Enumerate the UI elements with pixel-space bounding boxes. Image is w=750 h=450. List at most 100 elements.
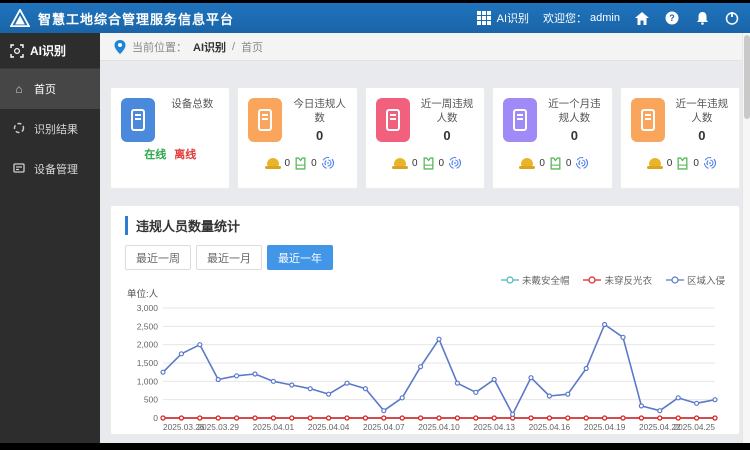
range-tabs: 最近一周 最近一月 最近一年 (125, 245, 725, 270)
svg-text:1,500: 1,500 (137, 358, 159, 368)
svg-text:2025.04.07: 2025.04.07 (363, 422, 405, 432)
breadcrumb-page[interactable]: 首页 (241, 39, 263, 55)
card-title: 近一年违规人数 (675, 98, 729, 124)
svg-text:1,000: 1,000 (137, 376, 159, 386)
legend-label: 区域入侵 (686, 276, 725, 287)
violation-breakdown: 0 0 (503, 156, 605, 170)
breadcrumb-section[interactable]: AI识别 (193, 39, 226, 55)
svg-text:3,000: 3,000 (137, 303, 159, 313)
home-menu-icon: ⌂ (15, 82, 23, 96)
violations-week-icon (375, 98, 410, 142)
violations-year-icon (630, 98, 665, 142)
vest-icon (677, 156, 688, 170)
svg-text:?: ? (669, 13, 675, 23)
card-title: 今日违规人数 (293, 98, 346, 124)
card-value: 0 (698, 128, 706, 144)
svg-text:500: 500 (144, 395, 158, 405)
scrollbar-thumb[interactable] (744, 35, 750, 119)
stat-cards-row: 设备总数 在线 离线 今日违规人数 0 0 0 近一周违规人数 0 0 0 近一… (110, 87, 741, 189)
legend-item[interactable]: 区域入侵 (665, 274, 725, 287)
sidebar: AI识别 ⌂ 首页 识别结果 设备管理 (0, 33, 100, 443)
legend-label: 未戴安全帽 (521, 276, 570, 287)
fingerprint-icon (576, 156, 589, 170)
location-pin-icon (114, 39, 126, 54)
svg-text:2025.03.29: 2025.03.29 (197, 422, 239, 432)
tab-last-week[interactable]: 最近一周 (125, 245, 191, 270)
card-violations-today: 今日违规人数 0 0 0 (237, 87, 358, 189)
card-value: 0 (315, 128, 324, 144)
sidebar-item-home[interactable]: ⌂ 首页 (0, 69, 100, 109)
svg-text:2025.04.16: 2025.04.16 (529, 422, 571, 432)
legend-item[interactable]: 未戴安全帽 (500, 274, 570, 287)
vest-icon (423, 156, 433, 170)
legend-marker-icon (665, 276, 684, 284)
vest-icon (550, 156, 561, 170)
card-violations-week: 近一周违规人数 0 0 0 (364, 87, 486, 189)
username[interactable]: admin (590, 12, 620, 24)
apps-grid-icon (476, 11, 491, 25)
face-scan-icon (10, 43, 24, 58)
sidebar-item-devices[interactable]: 设备管理 (0, 149, 100, 189)
legend-item[interactable]: 未穿反光衣 (583, 274, 652, 287)
violation-breakdown: 0 0 (248, 156, 350, 170)
app-window: 智慧工地综合管理服务信息平台 AI识别 欢迎您： admin ? AI识别 ⌂ … (0, 0, 750, 450)
card-value: 0 (570, 128, 579, 144)
card-device-total: 设备总数 在线 离线 (110, 87, 231, 189)
sidebar-item-results[interactable]: 识别结果 (0, 109, 100, 149)
helmet-icon (264, 157, 281, 169)
header-bar: 智慧工地综合管理服务信息平台 AI识别 欢迎您： admin ? (0, 3, 750, 33)
fingerprint-icon (449, 156, 462, 170)
helmet-icon (646, 157, 663, 169)
card-violations-year: 近一年违规人数 0 0 0 (619, 87, 741, 189)
svg-text:2,000: 2,000 (137, 340, 159, 350)
chart-legend: 未戴安全帽 未穿反光衣 区域入侵 (125, 274, 725, 287)
app-switcher[interactable]: AI识别 (476, 10, 530, 26)
offline-label: 离线 (174, 149, 197, 161)
scrollbar[interactable] (742, 33, 750, 443)
bottom-strip (0, 443, 750, 450)
home-icon[interactable] (634, 10, 650, 26)
violations-line-chart: 05001,0001,5002,0002,5003,0002025.03.262… (137, 303, 718, 432)
svg-text:2025.04.01: 2025.04.01 (253, 422, 295, 432)
helmet-icon (391, 157, 408, 169)
power-icon[interactable] (724, 10, 740, 26)
card-violations-month: 近一个月违规人数 0 0 0 (492, 87, 613, 189)
legend-marker-icon (500, 276, 519, 284)
tab-last-year[interactable]: 最近一年 (267, 245, 333, 270)
svg-text:2025.04.04: 2025.04.04 (308, 422, 350, 432)
vest-icon (295, 156, 306, 170)
card-title: 近一个月违规人数 (548, 98, 601, 124)
helmet-icon (519, 157, 536, 169)
help-icon[interactable]: ? (664, 10, 680, 26)
legend-label: 未穿反光衣 (604, 276, 652, 287)
device-status: 在线 离线 (111, 146, 229, 162)
main-area: 当前位置： AI识别 / 首页 设备总数 在线 离线 今日违规人数 0 0 0 … (100, 33, 750, 443)
svg-text:2025.04.10: 2025.04.10 (418, 422, 460, 432)
violation-breakdown: 0 0 (376, 156, 478, 170)
content: 设备总数 在线 离线 今日违规人数 0 0 0 近一周违规人数 0 0 0 近一… (100, 61, 750, 443)
card-value: 0 (443, 128, 451, 144)
scan-menu-icon (12, 122, 26, 137)
violations-today-icon (248, 98, 283, 142)
device-total-icon (121, 98, 155, 142)
bell-icon[interactable] (694, 10, 710, 26)
sidebar-header: AI识别 (0, 33, 100, 69)
card-title: 设备总数 (171, 98, 214, 110)
fingerprint-icon (703, 156, 716, 170)
svg-text:0: 0 (153, 413, 158, 423)
svg-text:2,500: 2,500 (137, 321, 159, 331)
fingerprint-icon (321, 156, 334, 170)
app-switcher-label: AI识别 (496, 13, 530, 25)
online-label: 在线 (144, 149, 167, 161)
welcome-text: 欢迎您： admin (543, 12, 620, 25)
svg-text:2025.04.13: 2025.04.13 (473, 422, 515, 432)
legend-marker-icon (583, 276, 602, 284)
y-axis-unit-label: 单位:人 (127, 289, 159, 300)
svg-text:2025.04.19: 2025.04.19 (584, 422, 626, 432)
page-title: 智慧工地综合管理服务信息平台 (38, 11, 235, 27)
tab-last-month[interactable]: 最近一月 (196, 245, 262, 270)
svg-text:2025.04.25: 2025.04.25 (673, 422, 715, 432)
card-title: 近一周违规人数 (420, 98, 474, 124)
violations-month-icon (503, 98, 538, 142)
panel-title: 违规人员数量统计 (125, 216, 725, 235)
